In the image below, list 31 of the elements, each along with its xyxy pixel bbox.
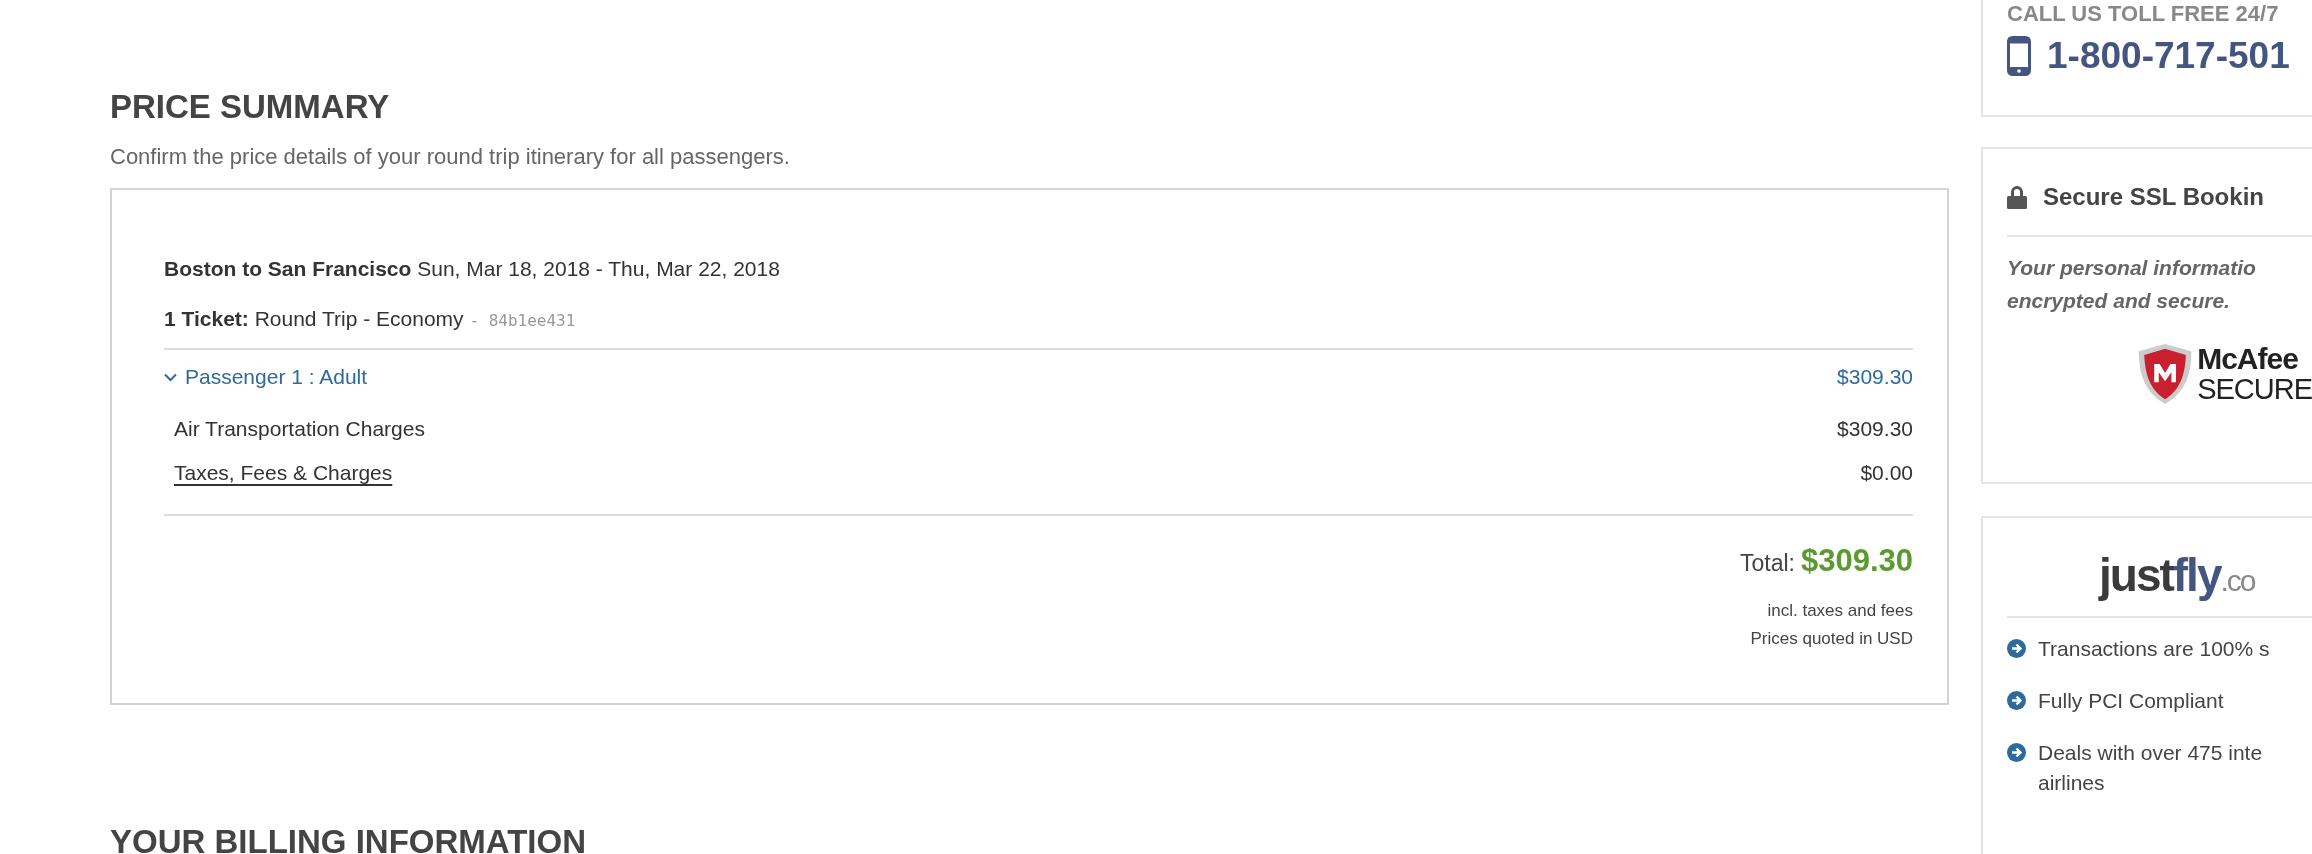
phone-icon [2007,36,2031,76]
contact-title: CALL US TOLL FREE 24/7 [2007,0,2280,28]
secure-text: Your personal informatio encrypted and secure. [2007,255,2257,314]
brand-logo: justfly.co [2099,548,2255,603]
charge-label: Air Transportation Charges [174,416,425,442]
price-note: incl. taxes and fees [1767,599,1913,622]
feature-text: Fully PCI Compliant [2038,688,2224,714]
phone-link[interactable]: 1-800-717-501 [2047,34,2290,78]
secure-title: Secure SSL Bookin [2043,182,2264,212]
badge-caption: SECURE [2197,374,2312,404]
arrow-circle-icon [2007,743,2026,762]
feature-text: Deals with over 475 inte airlines [2038,740,2263,796]
lock-icon [2007,185,2027,209]
badge-name: McAfee [2197,344,2299,374]
section-title: YOUR BILLING INFORMATION [110,822,587,854]
feature-text: Transactions are 100% s [2038,636,2270,662]
trip-route: Boston to San Francisco Sun, Mar 18, 2018 - Thu, Mar 22, 2018 [164,256,781,282]
section-subtitle: Confirm the price details of your round trip itinerary for all passengers. [110,143,791,171]
charge-amount: $0.00 [1860,460,1913,486]
section-title: PRICE SUMMARY [110,87,391,127]
charge-amount: $309.30 [1837,416,1913,442]
arrow-circle-icon [2007,691,2026,710]
ticket-info: 1 Ticket: Round Trip - Economy - 84b1ee431 [164,306,577,332]
charges-link[interactable]: Taxes, Fees & Charges [174,458,393,488]
arrow-circle-icon [2007,639,2026,658]
total-label: Total: [1739,549,1795,578]
passenger-price: $309.30 [1837,364,1913,391]
total-price: $309.30 [1800,542,1913,580]
passenger-toggle[interactable]: Passenger 1 : Adult [164,361,368,393]
chevron-icon [164,372,177,382]
price-note: Prices quoted in USD [1750,627,1913,650]
